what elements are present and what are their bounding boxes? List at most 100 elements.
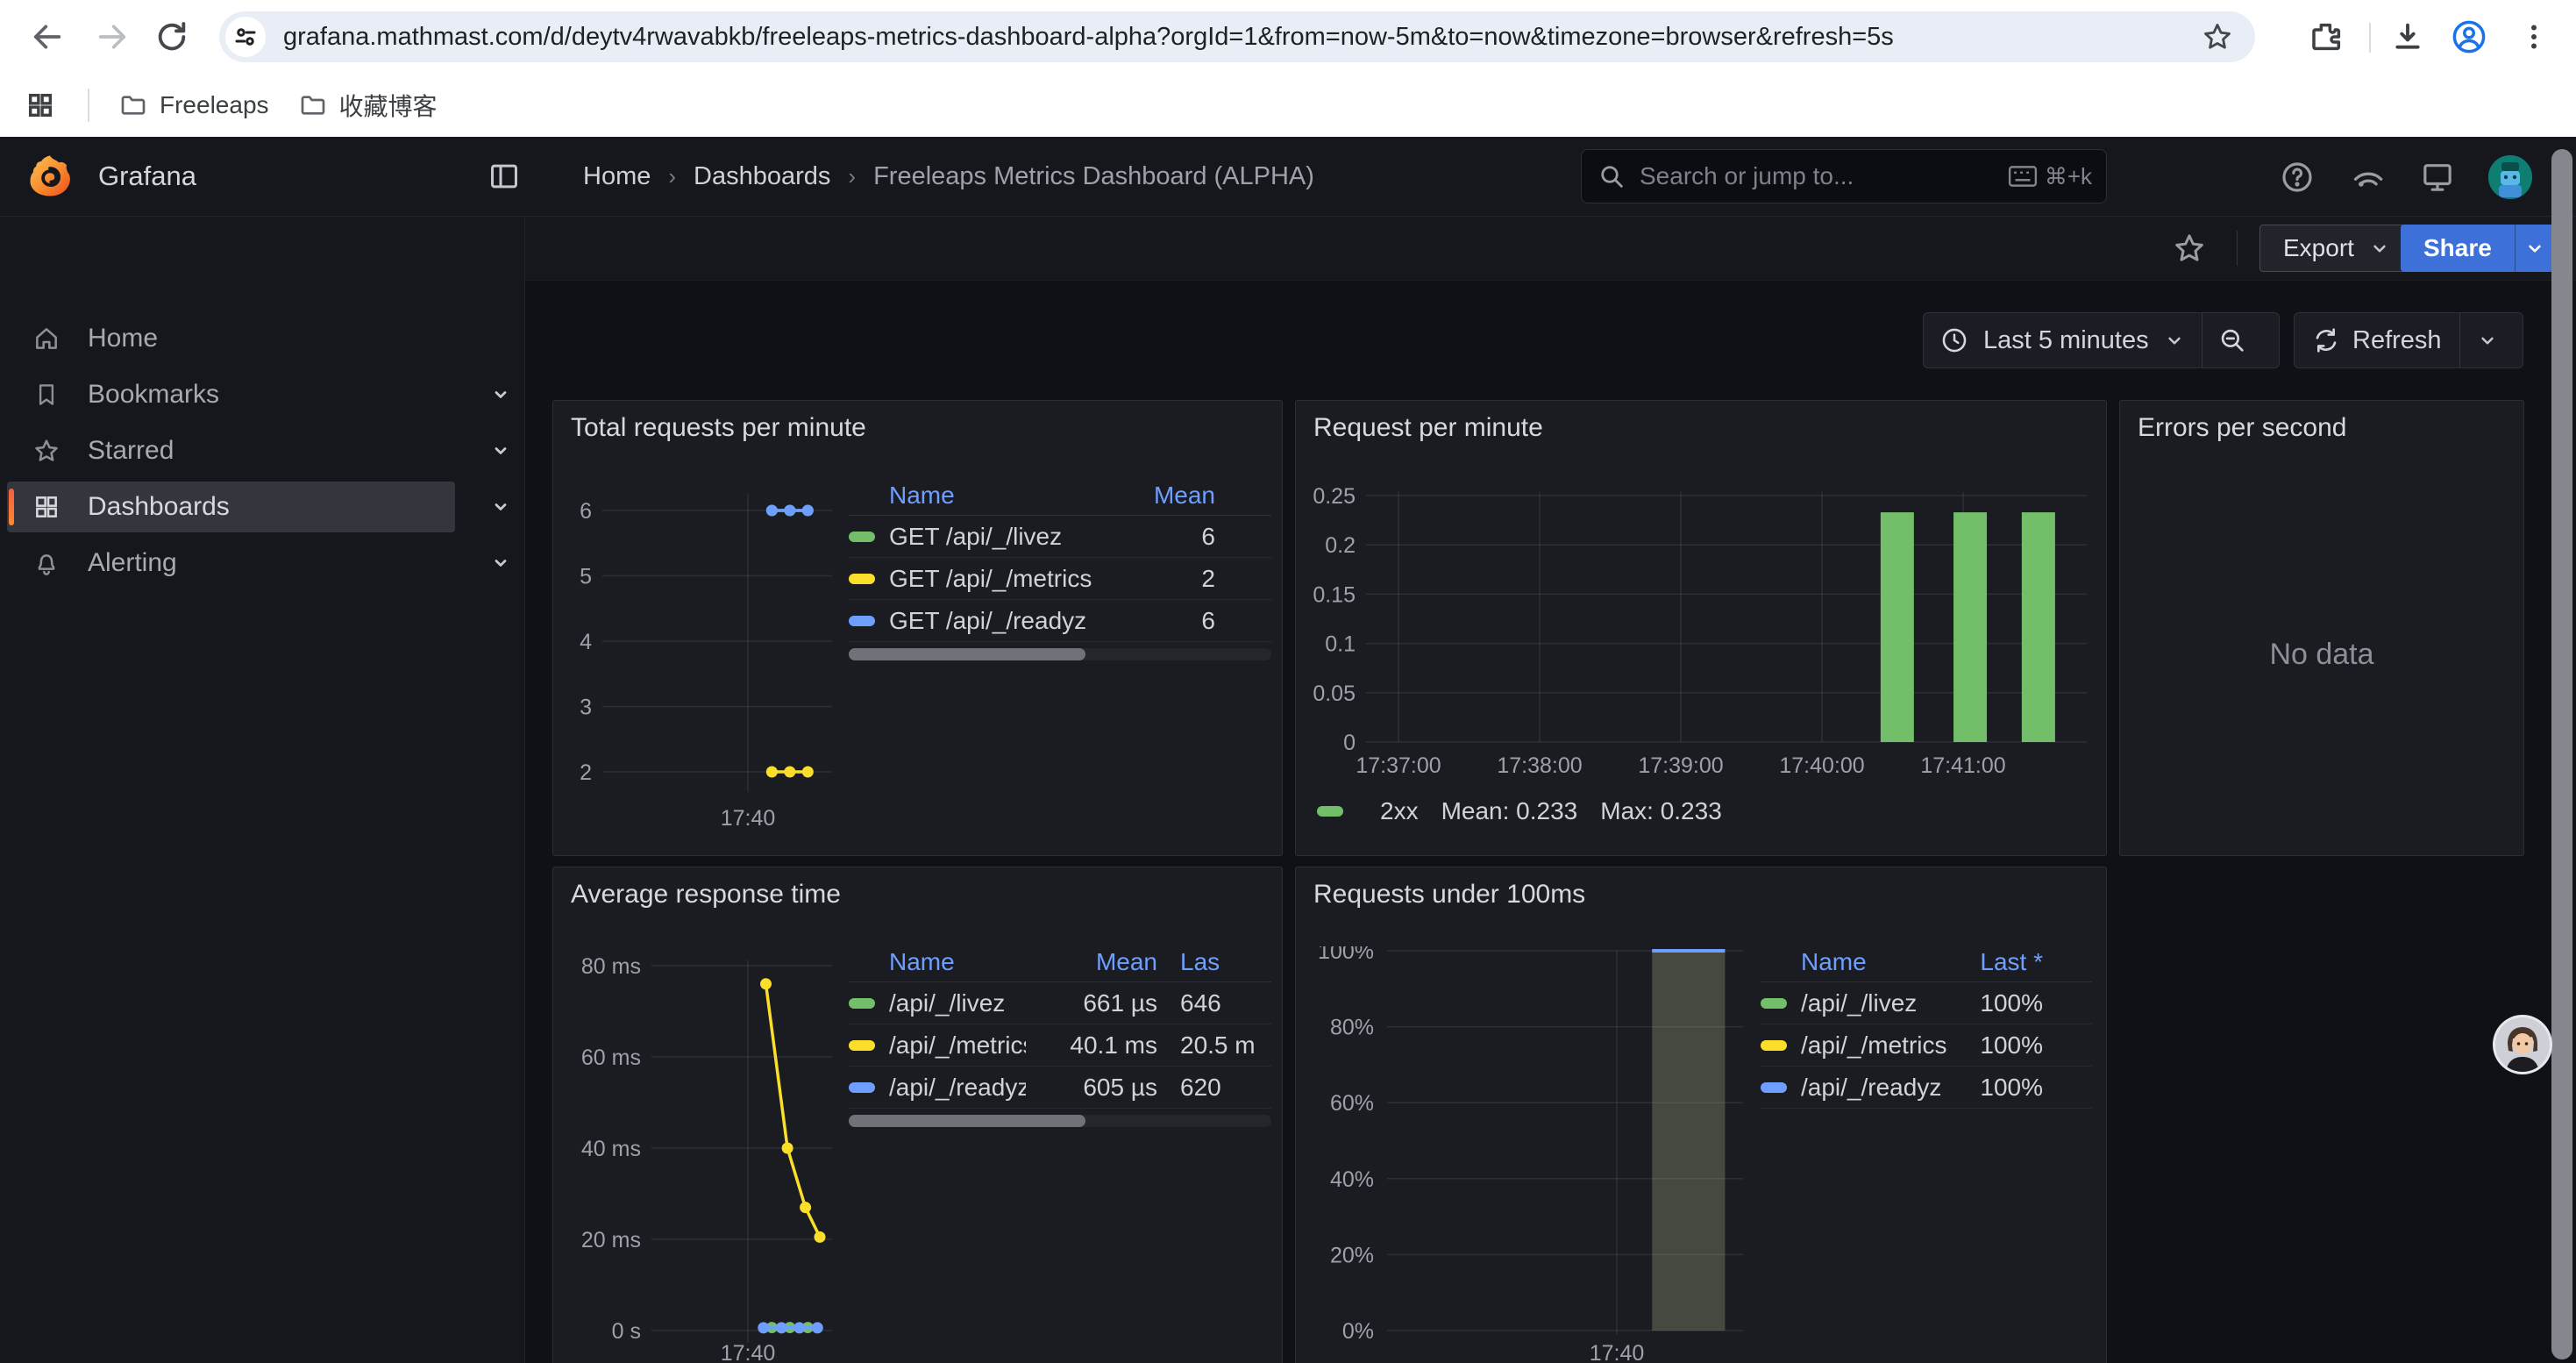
legend-col-mean[interactable]: Mean [1140,482,1271,510]
no-data-message: No data [2120,638,2523,672]
breadcrumb-separator: › [668,163,676,190]
sidebar-item-label: Starred [88,436,174,466]
share-button-label[interactable]: Share [2401,225,2515,272]
profile-icon[interactable] [2448,16,2490,58]
sidebar-item-starred[interactable]: Starred [7,425,455,476]
zoom-out-button[interactable] [2202,313,2262,368]
breadcrumb: Home › Dashboards › Freeleaps Metrics Da… [583,137,1314,217]
series-name[interactable]: /api/_/readyz [1801,1074,1960,1102]
search-box[interactable]: ⌘+k [1581,149,2107,203]
help-icon[interactable] [2278,158,2316,196]
download-icon[interactable] [2387,16,2429,58]
sidebar-item-bookmarks[interactable]: Bookmarks [7,369,455,420]
url-bar[interactable] [219,11,2255,62]
series-name[interactable]: GET /api/_/readyz [889,607,1140,635]
legend-row[interactable]: GET /api/_/metrics2 [849,558,1271,600]
refresh-button[interactable]: Refresh [2295,313,2459,368]
series-color-pill [849,1082,875,1093]
chevron-down-icon[interactable] [487,438,514,464]
y-axis-tick-label: 20% [1330,1243,1374,1267]
legend-row[interactable]: /api/_/readyz100% [1761,1067,2092,1109]
forward-icon[interactable] [91,16,133,58]
floating-assistant-avatar[interactable] [2493,1015,2552,1074]
legend-col-las[interactable]: Las [1157,948,1271,976]
series-name[interactable]: /api/_/metrics [889,1031,1026,1060]
news-rss-icon[interactable] [2348,158,2387,196]
series-name[interactable]: /api/_/metrics [1801,1031,1960,1060]
sidebar-item-home[interactable]: Home [7,313,455,364]
kiosk-monitor-icon[interactable] [2418,158,2457,196]
browser-menu-icon[interactable] [2513,16,2555,58]
series-name[interactable]: /api/_/livez [889,989,1026,1017]
chevron-down-icon[interactable] [487,494,514,520]
chart-request-per-minute: 0.250.20.150.10.05017:37:0017:38:0017:39… [1303,480,2094,796]
series-name[interactable]: /api/_/livez [1801,989,1960,1017]
legend-col-name[interactable]: Name [889,948,1026,976]
series-value: 605 µs [1026,1074,1157,1102]
grafana-app: Grafana Home › Dashboards › Freeleaps Me… [0,137,2576,1363]
panel-title[interactable]: Requests under 100ms [1313,880,1585,910]
legend-scrollbar[interactable] [849,1115,1271,1127]
chevron-down-icon[interactable] [487,550,514,576]
legend-scrollbar-thumb[interactable] [849,1115,1085,1127]
panel-errors-per-second[interactable]: Errors per second No data [2119,400,2524,856]
legend-row[interactable]: GET /api/_/livez6 [849,516,1271,558]
legend-col-name[interactable]: Name [1801,948,1960,976]
share-menu-chevron[interactable] [2515,225,2554,272]
y-axis-tick-label: 3 [580,696,592,720]
legend-col-mean[interactable]: Mean [1026,948,1157,976]
y-axis-tick-label: 0 s [612,1319,641,1344]
time-range-picker[interactable]: Last 5 minutes [1924,313,2202,368]
legend-header: NameMean [849,476,1271,516]
panel-average-response-time[interactable]: Average response time 80 ms60 ms40 ms20 … [552,867,1283,1363]
panel-request-per-minute[interactable]: Request per minute 0.250.20.150.10.05017… [1295,400,2107,856]
favorite-star-icon[interactable] [2172,231,2209,268]
sidebar-item-dashboards[interactable]: Dashboards [7,482,455,532]
series-name[interactable]: GET /api/_/metrics [889,565,1140,593]
legend-scrollbar[interactable] [849,648,1271,660]
series-name[interactable]: /api/_/readyz [889,1074,1026,1102]
share-button[interactable]: Share [2401,225,2554,272]
legend-col-name[interactable]: Name [889,482,1140,510]
reload-icon[interactable] [151,16,193,58]
legend-row[interactable]: /api/_/metrics100% [1761,1024,2092,1067]
extensions-icon[interactable] [2306,16,2348,58]
y-axis-tick-label: 40 ms [581,1137,641,1161]
sidebar-item-alerting[interactable]: Alerting [7,538,455,589]
series-name[interactable]: GET /api/_/livez [889,523,1140,551]
refresh-group: Refresh [2294,312,2523,368]
url-input[interactable] [281,22,2255,53]
grafana-brand[interactable]: Grafana [26,153,196,200]
chevron-down-icon[interactable] [487,382,514,408]
browser-chrome: Freeleaps 收藏博客 [0,0,2576,137]
panel-title[interactable]: Average response time [571,880,841,910]
legend-row[interactable]: GET /api/_/readyz6 [849,600,1271,642]
panel-total-requests-per-minute[interactable]: Total requests per minute 6543217:40 Nam… [552,400,1283,856]
legend-row[interactable]: /api/_/readyz605 µs620 [849,1067,1271,1109]
breadcrumb-dashboards[interactable]: Dashboards [694,162,830,191]
panel-title[interactable]: Request per minute [1313,413,1543,443]
bookmark-folder-freeleaps[interactable]: Freeleaps [119,91,269,119]
legend-row[interactable]: /api/_/livez100% [1761,982,2092,1024]
legend-scrollbar-thumb[interactable] [849,648,1085,660]
breadcrumb-home[interactable]: Home [583,162,651,191]
legend-col-last[interactable]: Last * [1960,948,2092,976]
user-avatar[interactable] [2488,155,2532,199]
back-icon[interactable] [26,16,68,58]
panel-title[interactable]: Total requests per minute [571,413,866,443]
apps-grid-icon[interactable] [19,84,61,126]
bookmark-folder-blogs[interactable]: 收藏博客 [299,88,438,123]
page-scrollbar[interactable] [2551,149,2572,1359]
legend-row[interactable]: /api/_/metrics40.1 ms20.5 m [849,1024,1271,1067]
bookmark-star-icon[interactable] [2199,18,2236,55]
bell-icon [32,548,61,578]
sidebar-collapse-icon[interactable] [487,160,521,197]
search-input[interactable] [1638,161,2008,191]
refresh-interval-chevron[interactable] [2459,313,2515,368]
legend-inline[interactable]: 2xx Mean: 0.233 Max: 0.233 [1317,797,1722,825]
export-button[interactable]: Export [2259,225,2415,272]
panel-title[interactable]: Errors per second [2138,413,2346,443]
panel-requests-under-100ms[interactable]: Requests under 100ms 100%80%60%40%20%0%1… [1295,867,2107,1363]
legend-row[interactable]: /api/_/livez661 µs646 [849,982,1271,1024]
site-settings-icon[interactable] [225,17,266,57]
